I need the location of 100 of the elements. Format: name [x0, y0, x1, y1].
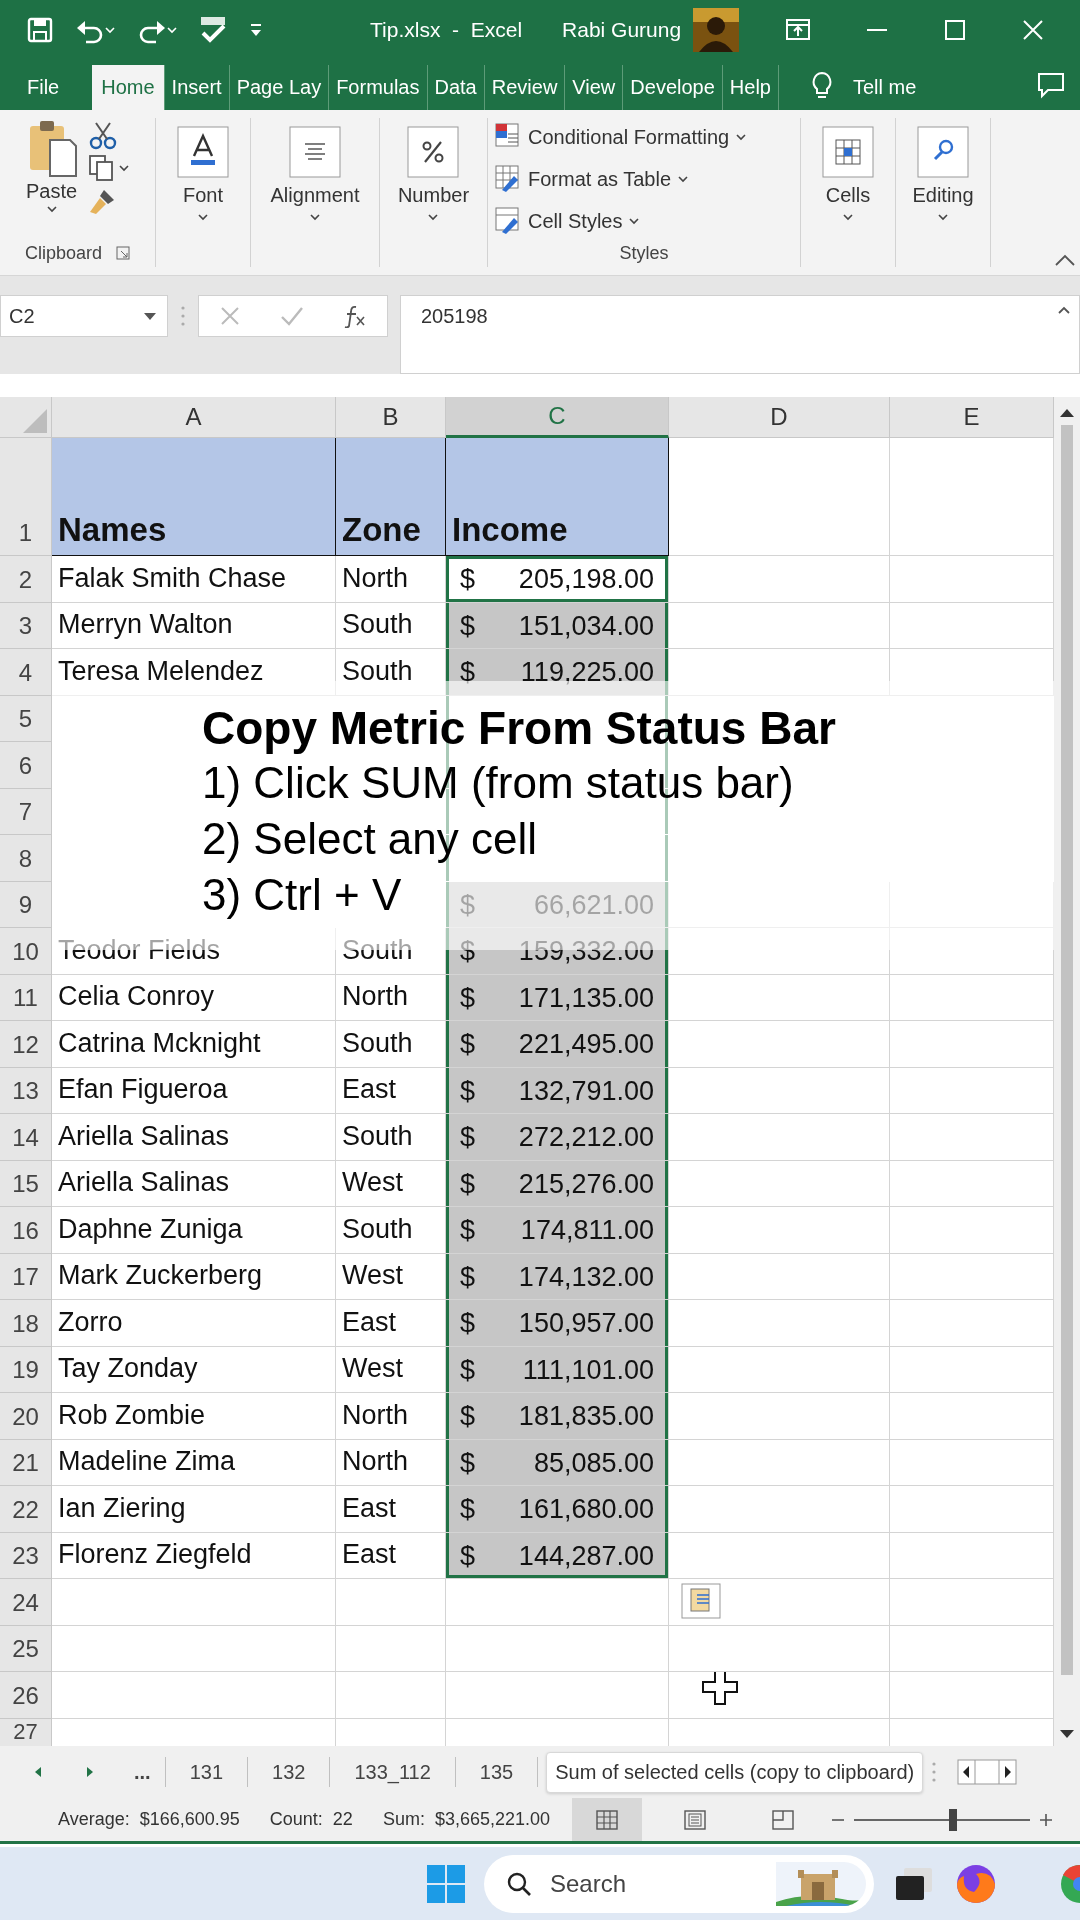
view-button[interactable]	[572, 1798, 642, 1841]
ribbon-display-icon[interactable]	[785, 17, 812, 42]
dialog-launcher-icon[interactable]	[116, 246, 130, 260]
ribbon-button[interactable]: Number	[397, 118, 470, 221]
column-title: Zone	[336, 438, 446, 556]
row-header[interactable]: 15	[0, 1160, 52, 1207]
status-metric[interactable]: Average: $166,600.95	[58, 1809, 240, 1830]
row-header[interactable]: 2	[0, 556, 52, 603]
caret-icon[interactable]	[842, 213, 854, 221]
tooltip: Sum of selected cells (copy to clipboard)	[546, 1751, 924, 1793]
row-header[interactable]: 11	[0, 974, 52, 1021]
cursor-icon	[701, 1672, 739, 1706]
collapse-ribbon-icon[interactable]	[1054, 253, 1076, 267]
row-header[interactable]: 1	[0, 438, 52, 556]
group-label: Clipboard	[24, 242, 102, 264]
status-metric[interactable]: Sum: $3,665,221.00	[382, 1809, 550, 1830]
ribbon-tab[interactable]: File	[20, 65, 67, 110]
caption-step: 2) Select any cell	[202, 811, 538, 867]
formula-field[interactable]: 205198	[400, 295, 1080, 374]
group-label: Styles	[619, 243, 669, 264]
row-header[interactable]: 23	[0, 1532, 52, 1579]
ribbon-tab[interactable]: Home	[92, 65, 165, 110]
row-header[interactable]: 7	[0, 788, 52, 835]
table-cell: $ 159,332.00	[446, 928, 669, 975]
row-header[interactable]: 26	[0, 1672, 52, 1719]
row-header[interactable]: 9	[0, 881, 52, 928]
collapse-icon[interactable]	[1057, 305, 1071, 315]
status-metric[interactable]: Count: 22	[269, 1809, 353, 1830]
table-cell: $ 85,085.00	[446, 1439, 669, 1486]
table-cell: Mark Zuckerberg	[52, 1253, 336, 1300]
row-header[interactable]: 27	[0, 1718, 52, 1746]
row-header[interactable]: 17	[0, 1253, 52, 1300]
maximize-icon[interactable]	[943, 17, 968, 42]
row-header[interactable]: 22	[0, 1486, 52, 1533]
table-cell: Teodor Fields	[52, 928, 336, 975]
row-header[interactable]: 13	[0, 1067, 52, 1114]
avatar[interactable]	[693, 7, 740, 52]
sheet-tab[interactable]: 131	[165, 1757, 249, 1787]
align-icon	[289, 126, 341, 178]
row-header[interactable]: 4	[0, 649, 52, 696]
row-header[interactable]: 16	[0, 1207, 52, 1254]
paste-options-icon[interactable]	[681, 1583, 721, 1619]
row-header[interactable]: 12	[0, 1021, 52, 1068]
sheet-tab[interactable]: 135	[455, 1757, 539, 1787]
row-header[interactable]: 20	[0, 1393, 52, 1440]
caret-icon[interactable]	[427, 213, 440, 221]
zoom-in-icon[interactable]	[1038, 1811, 1054, 1828]
ribbon-button[interactable]: Cell Styles	[494, 202, 641, 240]
slider-thumb[interactable]	[948, 1808, 957, 1831]
table-cell: $ 132,791.00	[446, 1067, 669, 1114]
comment-icon[interactable]	[1036, 70, 1066, 99]
search-field[interactable]: Search	[484, 1854, 874, 1913]
column-header[interactable]: C	[446, 397, 669, 438]
caret-icon[interactable]	[309, 213, 321, 221]
column-title: Names	[52, 438, 336, 556]
table-cell: Merryn Walton	[52, 602, 336, 649]
column-header[interactable]: D	[669, 397, 890, 438]
caret-icon[interactable]	[117, 164, 130, 172]
ribbon-button[interactable]: Alignment	[270, 118, 360, 221]
table-cell: Tay Zonday	[52, 1346, 336, 1393]
row-header[interactable]: 19	[0, 1346, 52, 1393]
spell-check-icon[interactable]	[198, 14, 228, 45]
row-header[interactable]: 8	[0, 835, 52, 882]
close-icon[interactable]	[1021, 17, 1046, 42]
row-header[interactable]: 10	[0, 928, 52, 975]
row-header[interactable]: 18	[0, 1300, 52, 1347]
ribbon-button[interactable]: Conditional Formatting	[494, 118, 748, 156]
row-header[interactable]: 21	[0, 1439, 52, 1486]
vertical-scrollbar[interactable]	[1054, 397, 1080, 1746]
caret-icon[interactable]	[197, 213, 209, 221]
copy-icon[interactable]	[87, 154, 114, 182]
save-icon[interactable]	[26, 15, 54, 44]
ribbon-button[interactable]: Editing	[912, 118, 974, 221]
ribbon-button[interactable]: Font	[177, 118, 229, 221]
ribbon-button[interactable]: Cells	[822, 118, 874, 221]
window-title: Tip.xlsx - Excel	[370, 17, 523, 42]
caret-icon[interactable]	[628, 217, 641, 225]
horizontal-scrollbar-icon[interactable]	[957, 1759, 1018, 1785]
row-header[interactable]: 6	[0, 742, 52, 789]
more-sheets-button[interactable]: ...	[134, 1757, 166, 1787]
row-header[interactable]: 14	[0, 1114, 52, 1161]
caret-icon[interactable]	[45, 205, 58, 213]
sheet-tab[interactable]: 133_112	[330, 1757, 456, 1787]
row-header[interactable]: 3	[0, 602, 52, 649]
scroll-thumb[interactable]	[1061, 425, 1073, 1675]
scissors-icon[interactable]	[87, 120, 118, 150]
table-cell: $ 215,276.00	[446, 1160, 669, 1207]
paste-button[interactable]: Paste	[25, 118, 78, 239]
name-box[interactable]: C2	[0, 295, 168, 337]
caret-icon[interactable]	[735, 133, 748, 141]
caret-icon[interactable]	[937, 213, 949, 221]
row-header[interactable]: 24	[0, 1579, 52, 1626]
page-break-icon	[770, 1807, 796, 1832]
sheet-tab[interactable]: 132	[248, 1757, 331, 1787]
ribbon-button[interactable]: Format as Table	[494, 160, 690, 198]
row-header[interactable]: 5	[0, 695, 52, 742]
dropdown-icon[interactable]	[143, 311, 157, 321]
row-header[interactable]: 25	[0, 1625, 52, 1672]
tell-me-search[interactable]: Tell me	[853, 70, 917, 99]
caret-icon[interactable]	[677, 175, 690, 183]
